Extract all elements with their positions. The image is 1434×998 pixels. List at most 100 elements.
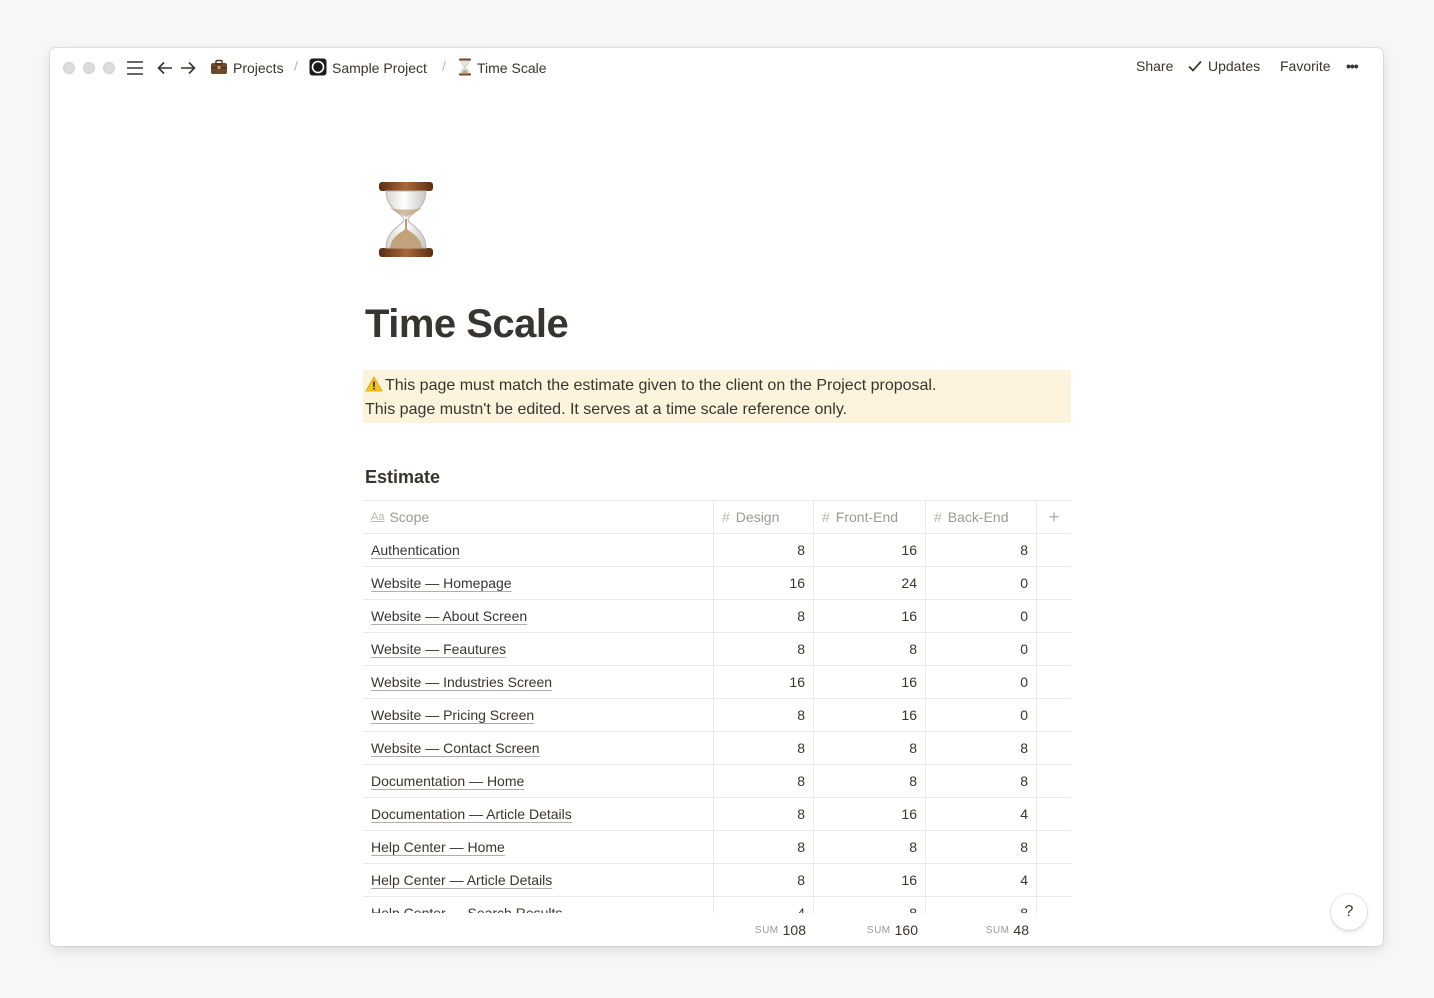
scope-link[interactable]: Website — Homepage: [371, 575, 512, 591]
scope-link[interactable]: Website — Industries Screen: [371, 674, 552, 690]
window-close-dot[interactable]: [63, 62, 75, 74]
scope-cell[interactable]: Website — Pricing Screen: [363, 699, 714, 731]
scope-link[interactable]: Website — Feautures: [371, 641, 506, 657]
back-end-cell[interactable]: 0: [926, 633, 1037, 665]
back-end-cell[interactable]: 0: [926, 600, 1037, 632]
design-cell[interactable]: 8: [714, 633, 814, 665]
back-end-cell[interactable]: 8: [926, 534, 1037, 566]
table-row[interactable]: Website — Pricing Screen 8 16 0: [363, 699, 1071, 732]
design-cell[interactable]: 8: [714, 732, 814, 764]
design-cell[interactable]: 8: [714, 534, 814, 566]
back-end-cell[interactable]: 8: [926, 732, 1037, 764]
scope-cell[interactable]: Website — Feautures: [363, 633, 714, 665]
add-column-plus-icon[interactable]: +: [1037, 501, 1071, 533]
front-end-cell[interactable]: 8: [814, 765, 926, 797]
breadcrumb-time-scale[interactable]: Time Scale: [458, 58, 547, 78]
sum-design[interactable]: SUM 108: [714, 918, 814, 942]
forward-arrow-icon[interactable]: [177, 57, 199, 79]
scope-cell[interactable]: Documentation — Home: [363, 765, 714, 797]
back-end-cell[interactable]: 0: [926, 699, 1037, 731]
front-end-cell[interactable]: 16: [814, 699, 926, 731]
window-minimize-dot[interactable]: [83, 62, 95, 74]
table-row[interactable]: Website — About Screen 8 16 0: [363, 600, 1071, 633]
table-row[interactable]: Authentication 8 16 8: [363, 534, 1071, 567]
estimate-heading[interactable]: Estimate: [365, 467, 440, 488]
updates-label: Updates: [1208, 58, 1261, 74]
scope-link[interactable]: Website — About Screen: [371, 608, 527, 624]
more-options-icon[interactable]: •••: [1346, 58, 1359, 74]
back-end-cell[interactable]: 8: [926, 831, 1037, 863]
scope-cell[interactable]: Help Center — Home: [363, 831, 714, 863]
front-end-cell[interactable]: 24: [814, 567, 926, 599]
design-cell[interactable]: 16: [714, 666, 814, 698]
scope-link[interactable]: Help Center — Article Details: [371, 872, 552, 888]
table-row[interactable]: Help Center — Article Details 8 16 4: [363, 864, 1071, 897]
scope-link[interactable]: Authentication: [371, 542, 460, 558]
scope-link[interactable]: Documentation — Home: [371, 773, 524, 789]
updates-button[interactable]: Updates: [1188, 58, 1260, 74]
column-header-front-end[interactable]: # Front-End: [814, 501, 926, 533]
scope-link[interactable]: Website — Contact Screen: [371, 740, 540, 756]
column-header-design-label: Design: [735, 509, 780, 525]
back-end-cell[interactable]: 8: [926, 897, 1037, 913]
back-end-cell[interactable]: 0: [926, 666, 1037, 698]
design-cell[interactable]: 16: [714, 567, 814, 599]
table-row[interactable]: Documentation — Article Details 8 16 4: [363, 798, 1071, 831]
column-header-design[interactable]: # Design: [714, 501, 814, 533]
front-end-cell[interactable]: 8: [814, 633, 926, 665]
scope-cell[interactable]: Website — Industries Screen: [363, 666, 714, 698]
page-title[interactable]: Time Scale: [365, 302, 569, 347]
table-row[interactable]: Documentation — Home 8 8 8: [363, 765, 1071, 798]
window-zoom-dot[interactable]: [103, 62, 115, 74]
favorite-button[interactable]: Favorite: [1280, 58, 1331, 74]
table-row[interactable]: Website — Feautures 8 8 0: [363, 633, 1071, 666]
back-end-cell[interactable]: 0: [926, 567, 1037, 599]
front-end-cell[interactable]: 16: [814, 666, 926, 698]
design-cell[interactable]: 8: [714, 798, 814, 830]
scope-cell[interactable]: Documentation — Article Details: [363, 798, 714, 830]
top-bar: Projects / Sample Project / Time Scale S…: [50, 48, 1383, 88]
design-cell[interactable]: 8: [714, 864, 814, 896]
design-cell[interactable]: 8: [714, 699, 814, 731]
front-end-cell[interactable]: 8: [814, 732, 926, 764]
table-row[interactable]: Help Center — Search Results 4 8 8: [363, 897, 1071, 913]
scope-cell[interactable]: Authentication: [363, 534, 714, 566]
front-end-cell[interactable]: 16: [814, 534, 926, 566]
front-end-cell[interactable]: 16: [814, 600, 926, 632]
back-arrow-icon[interactable]: [154, 57, 176, 79]
breadcrumb-projects[interactable]: Projects: [210, 58, 284, 78]
scope-link[interactable]: Documentation — Article Details: [371, 806, 572, 822]
front-end-cell[interactable]: 16: [814, 864, 926, 896]
help-button[interactable]: ?: [1331, 894, 1367, 930]
back-end-cell[interactable]: 4: [926, 798, 1037, 830]
back-end-cell[interactable]: 8: [926, 765, 1037, 797]
table-row[interactable]: Help Center — Home 8 8 8: [363, 831, 1071, 864]
page-hourglass-icon[interactable]: [376, 180, 436, 260]
table-row[interactable]: Website — Industries Screen 16 16 0: [363, 666, 1071, 699]
menu-icon[interactable]: [124, 57, 146, 79]
back-end-cell[interactable]: 4: [926, 864, 1037, 896]
column-header-scope[interactable]: Aa Scope: [363, 501, 714, 533]
table-row[interactable]: Website — Contact Screen 8 8 8: [363, 732, 1071, 765]
scope-link[interactable]: Website — Pricing Screen: [371, 707, 534, 723]
scope-cell[interactable]: Website — About Screen: [363, 600, 714, 632]
design-cell[interactable]: 8: [714, 765, 814, 797]
scope-cell[interactable]: Help Center — Article Details: [363, 864, 714, 896]
design-cell[interactable]: 8: [714, 600, 814, 632]
front-end-cell[interactable]: 8: [814, 831, 926, 863]
sum-back-end[interactable]: SUM 48: [926, 918, 1037, 942]
scope-link[interactable]: Help Center — Search Results: [371, 905, 562, 913]
table-row[interactable]: Website — Homepage 16 24 0: [363, 567, 1071, 600]
column-header-back-end[interactable]: # Back-End: [926, 501, 1037, 533]
front-end-cell[interactable]: 8: [814, 897, 926, 913]
breadcrumb-sample-project[interactable]: Sample Project: [309, 58, 427, 78]
sum-front-end[interactable]: SUM 160: [814, 918, 926, 942]
scope-link[interactable]: Help Center — Home: [371, 839, 505, 855]
scope-cell[interactable]: Website — Contact Screen: [363, 732, 714, 764]
design-cell[interactable]: 8: [714, 831, 814, 863]
scope-cell[interactable]: Help Center — Search Results: [363, 897, 714, 913]
design-cell[interactable]: 4: [714, 897, 814, 913]
share-button[interactable]: Share: [1136, 58, 1173, 74]
front-end-cell[interactable]: 16: [814, 798, 926, 830]
scope-cell[interactable]: Website — Homepage: [363, 567, 714, 599]
